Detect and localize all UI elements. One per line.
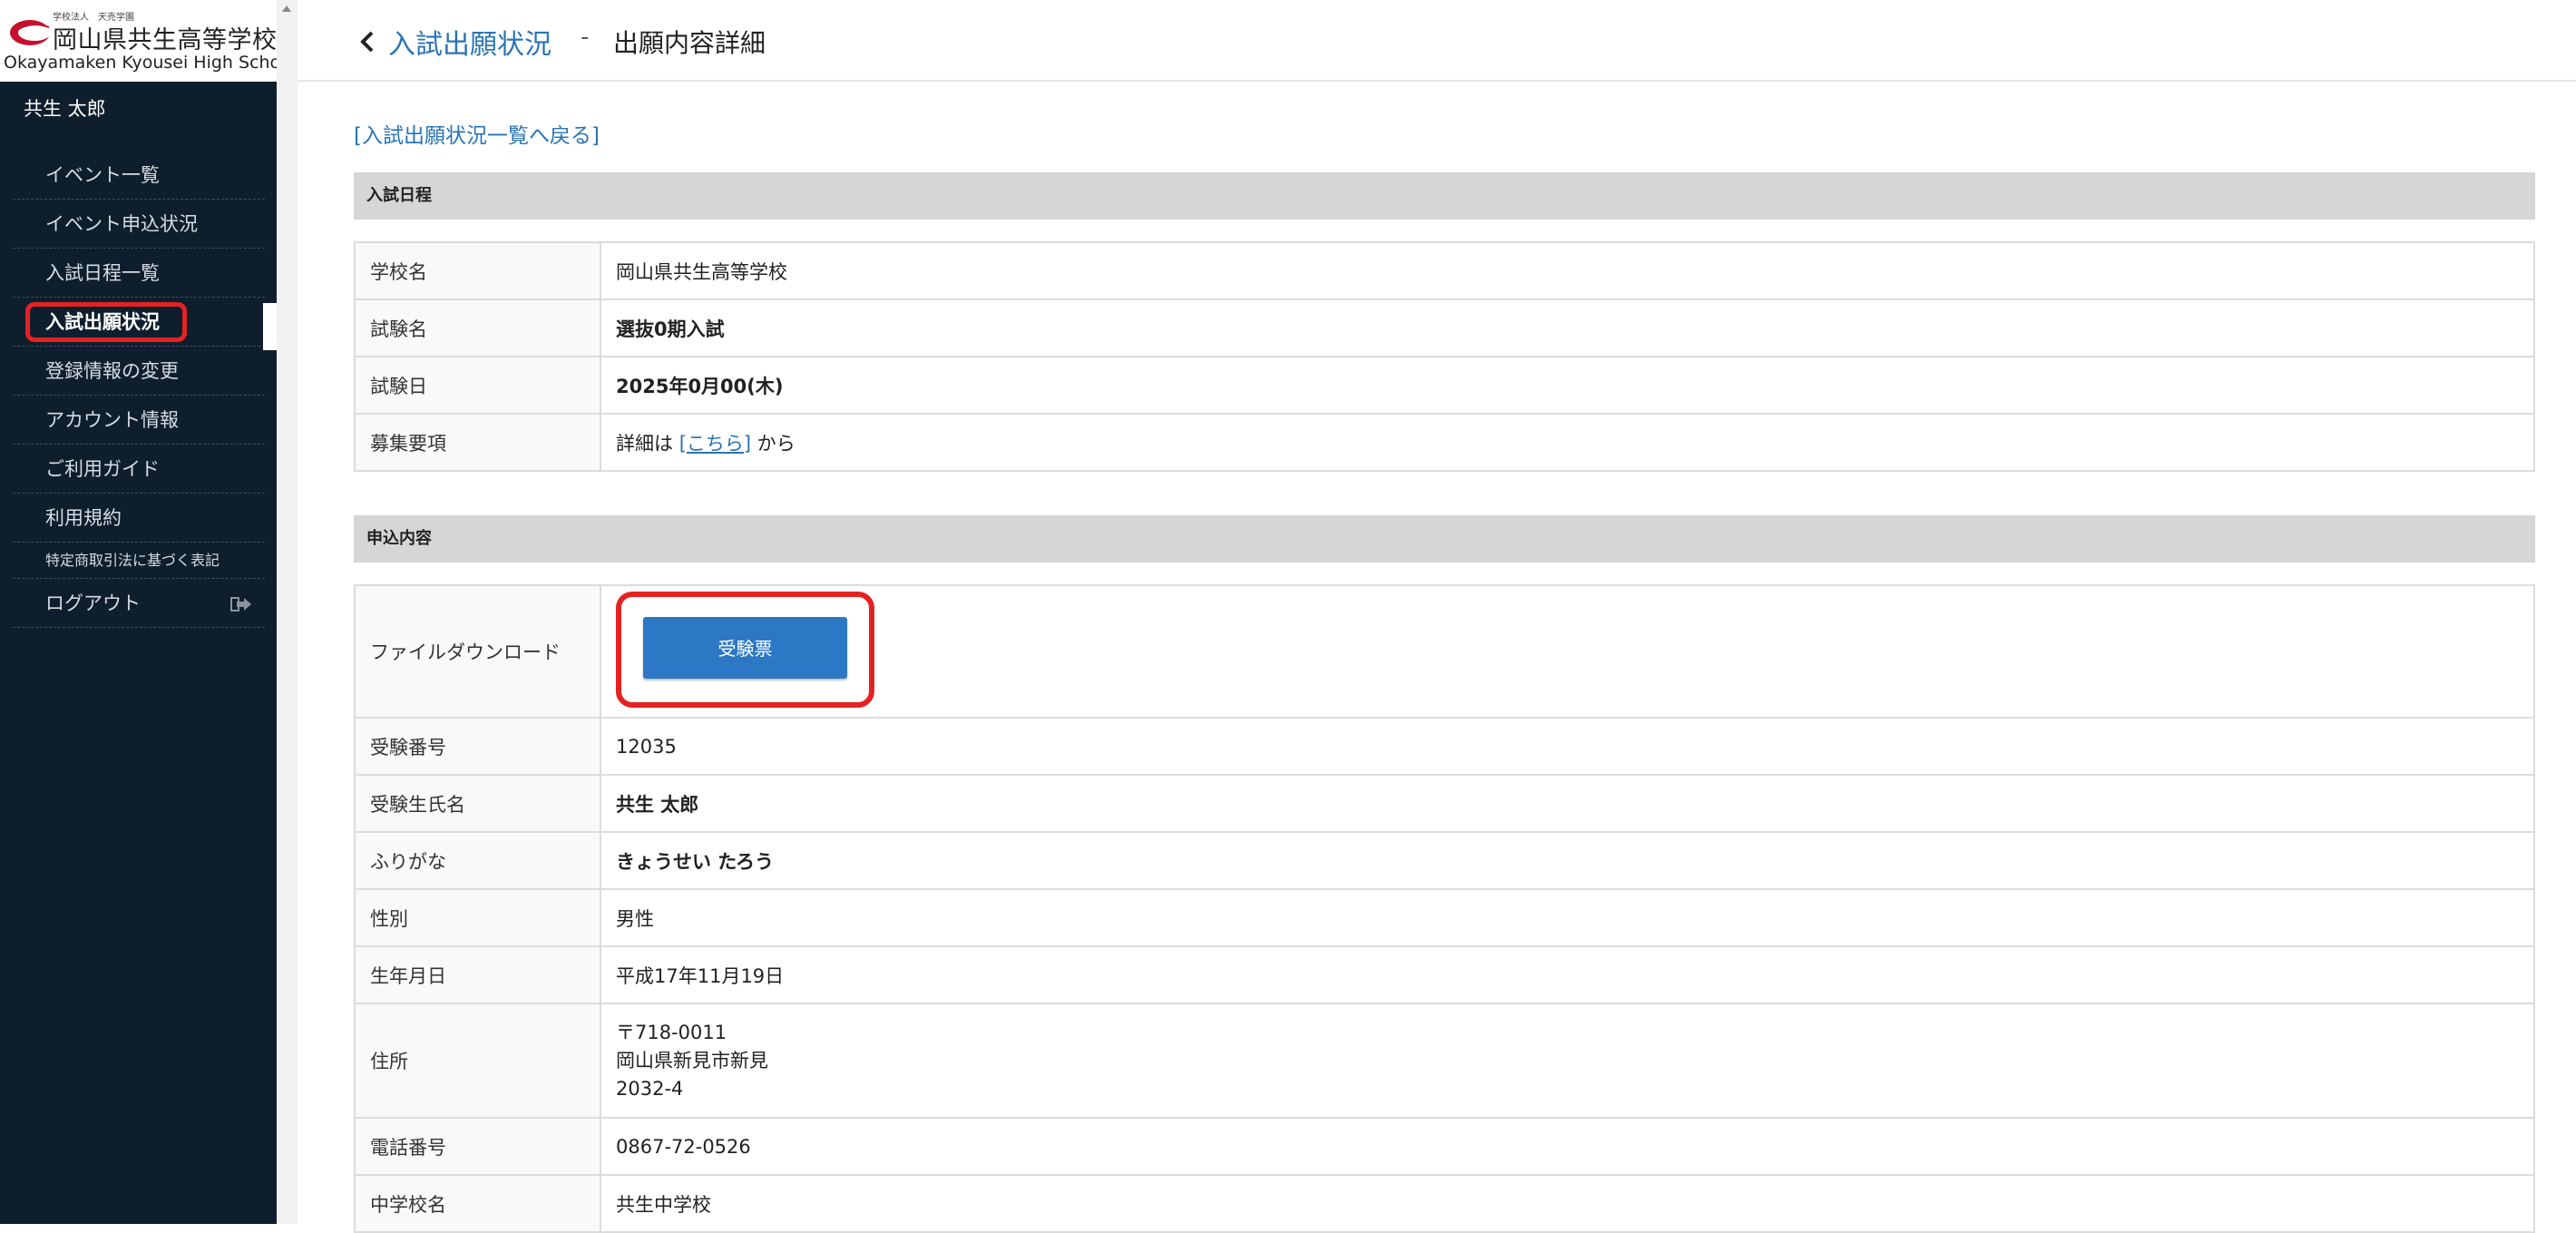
sidebar-item-label: 入試日程一覧: [45, 262, 160, 284]
row-label: 募集要項: [354, 413, 601, 472]
sidebar-item-label: 登録情報の変更: [45, 360, 179, 382]
sidebar-item-label: イベント一覧: [45, 164, 160, 186]
page-title: 出願内容詳細: [613, 28, 766, 58]
school-name-value: 岡山県共生高等学校: [600, 241, 2535, 300]
table-row: 受験生氏名 共生 太郎: [354, 774, 2535, 833]
exam-name-value: 選抜0期入試: [600, 298, 2535, 357]
sidebar-item-label: 入試出願状況: [45, 311, 160, 333]
table-row: 試験日 2025年0月00(木): [354, 356, 2535, 415]
address-value: 〒718-0011 岡山県新見市新見 2032-4: [600, 1003, 2535, 1119]
sidebar-item-user-guide[interactable]: ご利用ガイド: [13, 445, 265, 494]
table-row: 生年月日 平成17年11月19日: [354, 945, 2535, 1004]
row-label: 住所: [354, 1003, 601, 1119]
sidebar-item-account-info[interactable]: アカウント情報: [13, 396, 265, 445]
sidebar-item-label: 利用規約: [45, 507, 122, 529]
sidebar-item-logout[interactable]: ログアウト: [13, 579, 265, 628]
sidebar-item-exam-schedule[interactable]: 入試日程一覧: [13, 249, 265, 298]
row-label: 学校名: [354, 241, 601, 300]
sidebar-item-exam-application-status[interactable]: 入試出願状況: [13, 298, 265, 347]
exam-date-value: 2025年0月00(木): [600, 356, 2535, 415]
row-label: 試験名: [354, 298, 601, 357]
sidebar-item-label: ログアウト: [45, 592, 141, 614]
active-item-indicator: [263, 303, 277, 350]
address-line2: 2032-4: [616, 1077, 684, 1100]
row-label: 性別: [354, 888, 601, 947]
guidelines-suffix: から: [756, 432, 795, 455]
sidebar-item-label: イベント申込状況: [45, 213, 198, 235]
sidebar: 学校法人 天売学園 岡山県共生高等学校 Okayamaken Kyousei H…: [0, 0, 296, 1224]
row-label: 受験番号: [354, 717, 601, 776]
row-label: 生年月日: [354, 945, 601, 1004]
table-row: 学校名 岡山県共生高等学校: [354, 241, 2535, 300]
sidebar-item-event-list[interactable]: イベント一覧: [13, 151, 265, 200]
table-row: 性別 男性: [354, 888, 2535, 947]
sidebar-item-event-application-status[interactable]: イベント申込状況: [13, 200, 265, 249]
exam-number-value: 12035: [600, 717, 2535, 776]
row-label: 受験生氏名: [354, 774, 601, 833]
sidebar-nav: イベント一覧 イベント申込状況 入試日程一覧 入試出願状況 登録情報の変更 アカ…: [13, 151, 265, 628]
logo-name-jp: 岡山県共生高等学校: [53, 26, 278, 54]
address-line1: 岡山県新見市新見: [616, 1049, 768, 1072]
school-emblem-icon: [10, 20, 51, 45]
logo-name-en: Okayamaken Kyousei High School: [4, 53, 297, 73]
school-logo[interactable]: 学校法人 天売学園 岡山県共生高等学校 Okayamaken Kyousei H…: [0, 0, 296, 82]
logout-icon: [230, 597, 251, 612]
page-header: 入試出願状況 - 出願内容詳細: [298, 0, 2576, 82]
back-to-list-link[interactable]: [入試出願状況一覧へ戻る]: [354, 118, 2535, 154]
guidelines-value: 詳細は [こちら] から: [600, 413, 2535, 472]
chevron-left-icon[interactable]: [356, 28, 379, 55]
table-row: 住所 〒718-0011 岡山県新見市新見 2032-4: [354, 1003, 2535, 1119]
gender-value: 男性: [600, 888, 2535, 947]
sidebar-item-label: 特定商取引法に基づく表記: [45, 552, 220, 569]
table-row: 試験名 選抜0期入試: [354, 298, 2535, 357]
student-name-value: 共生 太郎: [600, 774, 2535, 833]
sidebar-item-label: ご利用ガイド: [45, 458, 160, 480]
scroll-up-arrow-icon[interactable]: [282, 5, 291, 12]
section-title-application: 申込内容: [354, 515, 2535, 563]
row-label: ふりがな: [354, 831, 601, 890]
table-row: 受験番号 12035: [354, 717, 2535, 776]
user-name: 共生 太郎: [24, 98, 106, 120]
table-row: ふりがな きょうせい たろう: [354, 831, 2535, 890]
main-content: [入試出願状況一覧へ戻る] 入試日程 学校名 岡山県共生高等学校 試験名 選抜0…: [354, 118, 2535, 1233]
sidebar-scrollbar[interactable]: [277, 0, 298, 1224]
phone-value: 0867-72-0526: [600, 1117, 2535, 1176]
breadcrumb-exam-application-status[interactable]: 入試出願状況: [388, 22, 551, 62]
table-row: 電話番号 0867-72-0526: [354, 1117, 2535, 1176]
address-postal: 〒718-0011: [616, 1021, 727, 1043]
guidelines-link[interactable]: [こちら]: [679, 433, 751, 455]
application-table: ファイルダウンロード 受験票 受験番号 12035 受験生氏名 共生 太郎 ふり…: [354, 584, 2535, 1233]
breadcrumb-separator: -: [581, 24, 590, 51]
guidelines-prefix: 詳細は: [616, 432, 673, 455]
exam-ticket-download-button[interactable]: 受験票: [643, 616, 847, 679]
row-label: ファイルダウンロード: [354, 584, 601, 719]
section-title-schedule: 入試日程: [354, 172, 2535, 220]
birth-date-value: 平成17年11月19日: [600, 945, 2535, 1004]
download-area: 受験票: [616, 591, 874, 708]
sidebar-item-commercial-law[interactable]: 特定商取引法に基づく表記: [13, 543, 265, 579]
sidebar-item-label: アカウント情報: [45, 409, 179, 431]
table-row: 募集要項 詳細は [こちら] から: [354, 413, 2535, 472]
download-cell: 受験票: [600, 584, 2535, 719]
sidebar-item-registration-change[interactable]: 登録情報の変更: [13, 347, 265, 396]
schedule-table: 学校名 岡山県共生高等学校 試験名 選抜0期入試 試験日 2025年0月00(木…: [354, 241, 2535, 472]
sidebar-item-terms[interactable]: 利用規約: [13, 494, 265, 543]
table-row: ファイルダウンロード 受験票: [354, 584, 2535, 719]
furigana-value: きょうせい たろう: [600, 831, 2535, 890]
row-label: 電話番号: [354, 1117, 601, 1176]
row-label: 試験日: [354, 356, 601, 415]
